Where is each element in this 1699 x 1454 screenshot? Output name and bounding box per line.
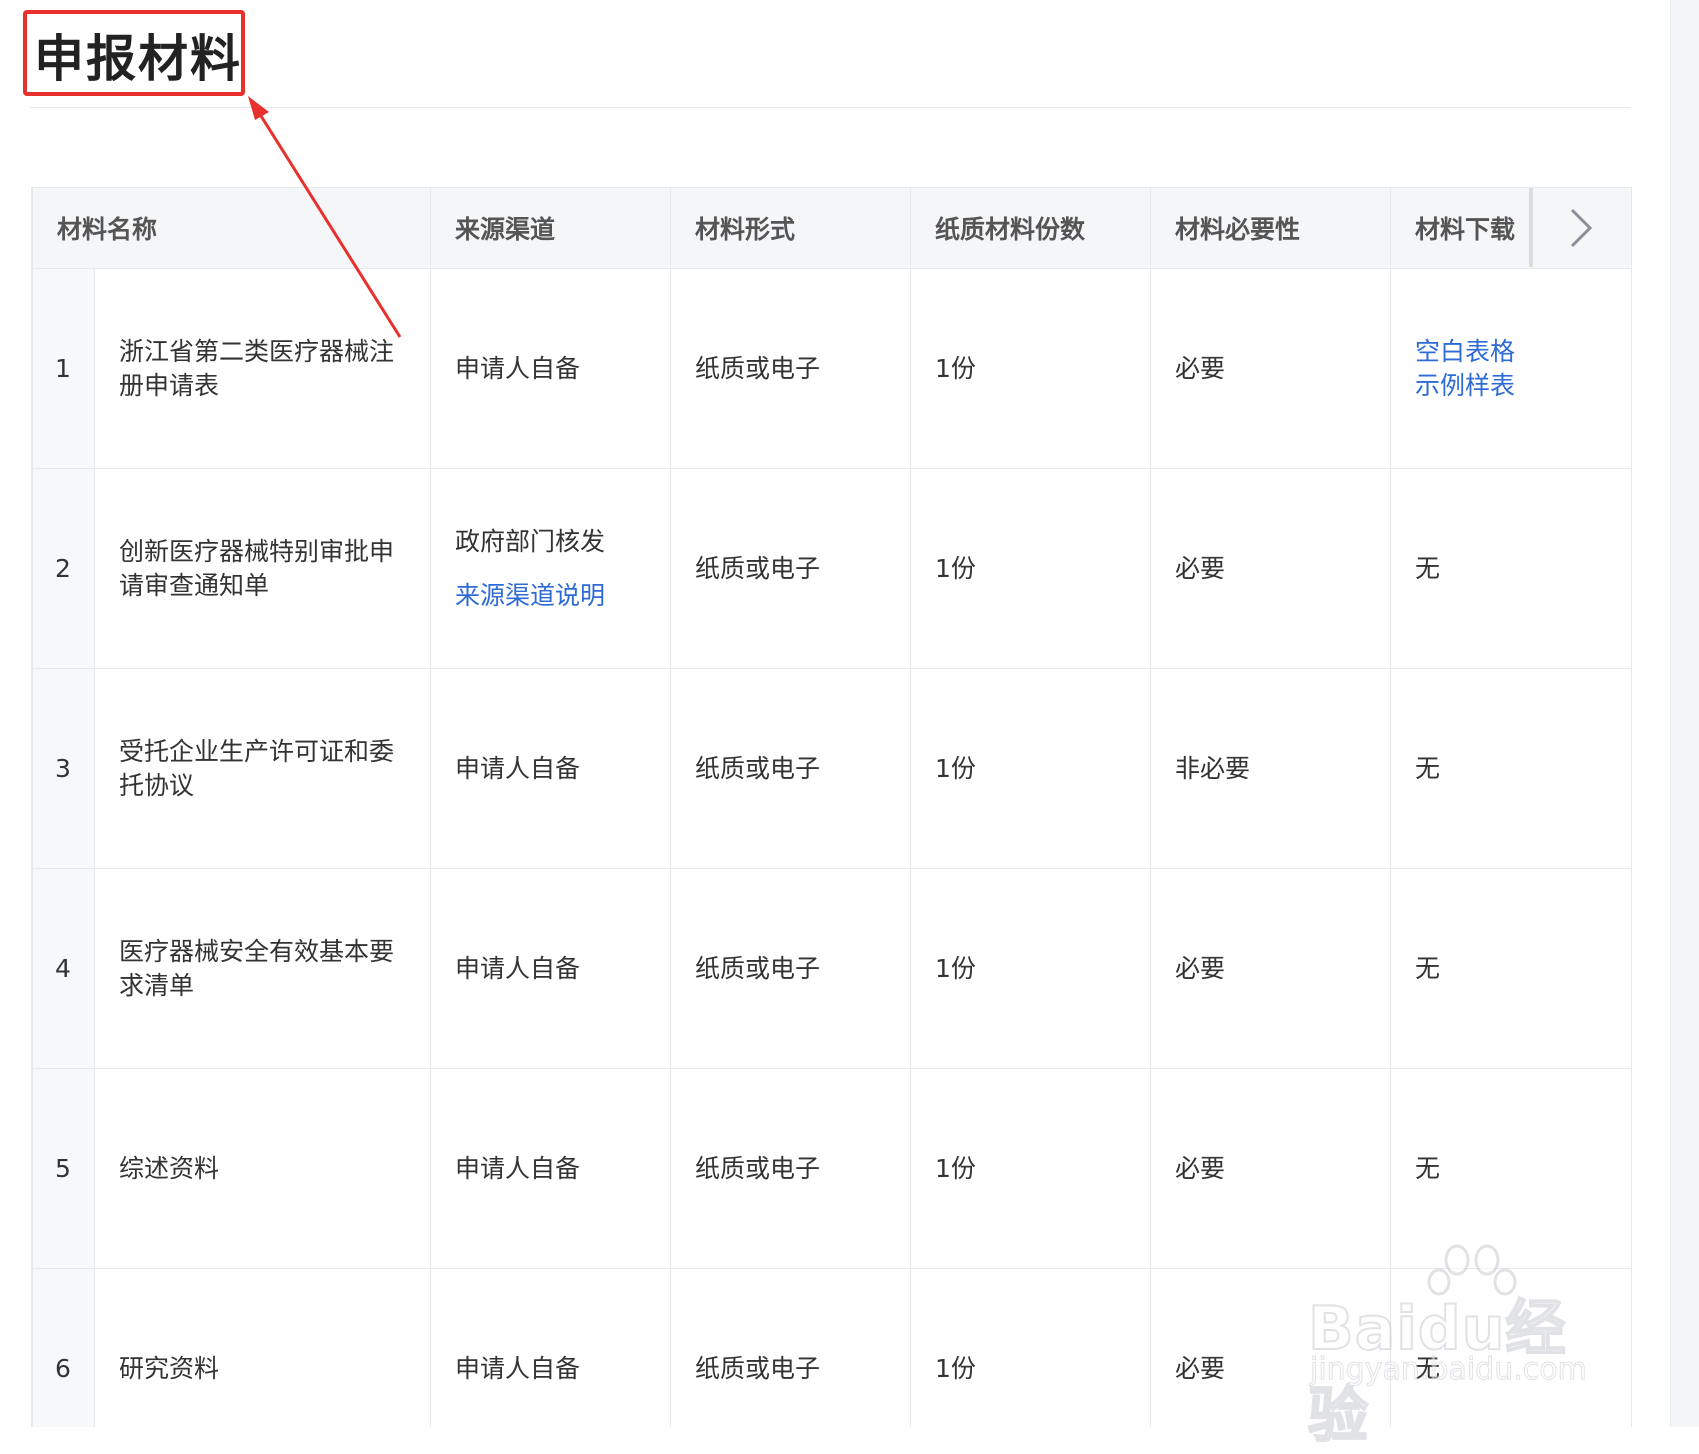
annotation-arrow — [248, 96, 402, 338]
materials-page: 申报材料 材料名称 来源渠道 材料形式 纸质材料份数 材料必要性 材料下载 1 … — [0, 0, 1699, 1452]
